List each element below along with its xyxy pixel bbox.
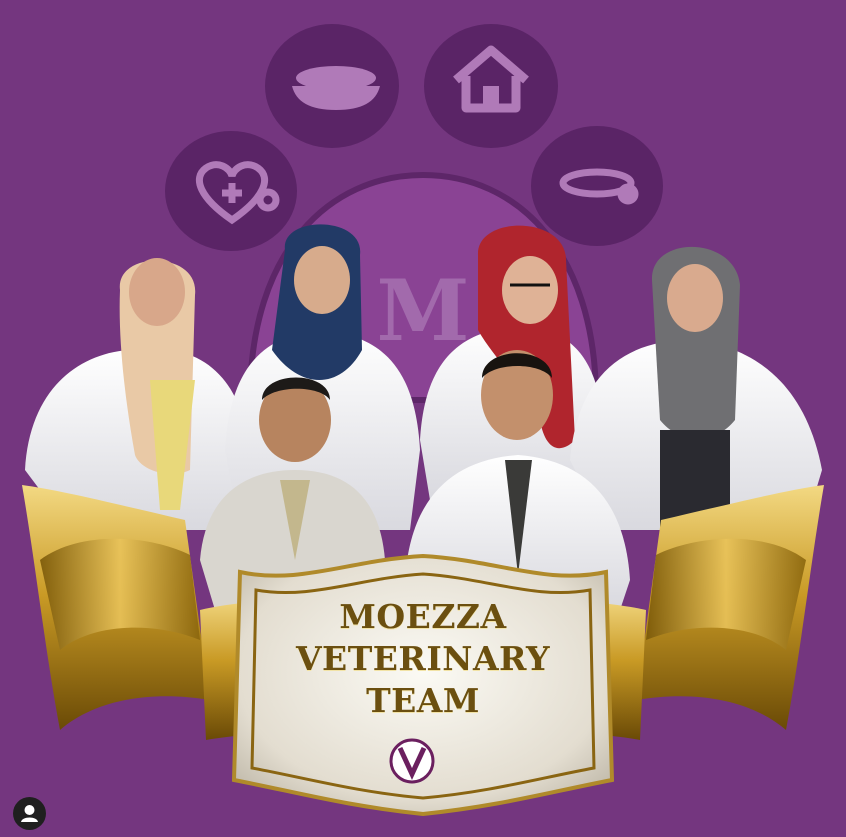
- svg-text:M: M: [377, 261, 470, 360]
- food-bowl-icon: [292, 66, 380, 110]
- user-silhouette-icon: [21, 805, 38, 822]
- user-account-icon[interactable]: [13, 797, 46, 830]
- team-member-4: [570, 246, 822, 530]
- team-title: MOEZZA VETERINARY TEAM: [260, 596, 586, 722]
- veterinary-team-poster: M MOEZZA VETERINARY TEAM: [0, 0, 846, 837]
- title-line-1: MOEZZA: [339, 597, 507, 636]
- team-member-1: [25, 258, 250, 530]
- title-line-2: VETERINARY: [295, 639, 551, 678]
- title-line-3: TEAM: [366, 681, 480, 720]
- vet-logo-icon: [389, 738, 435, 784]
- pad-collar: [531, 126, 663, 246]
